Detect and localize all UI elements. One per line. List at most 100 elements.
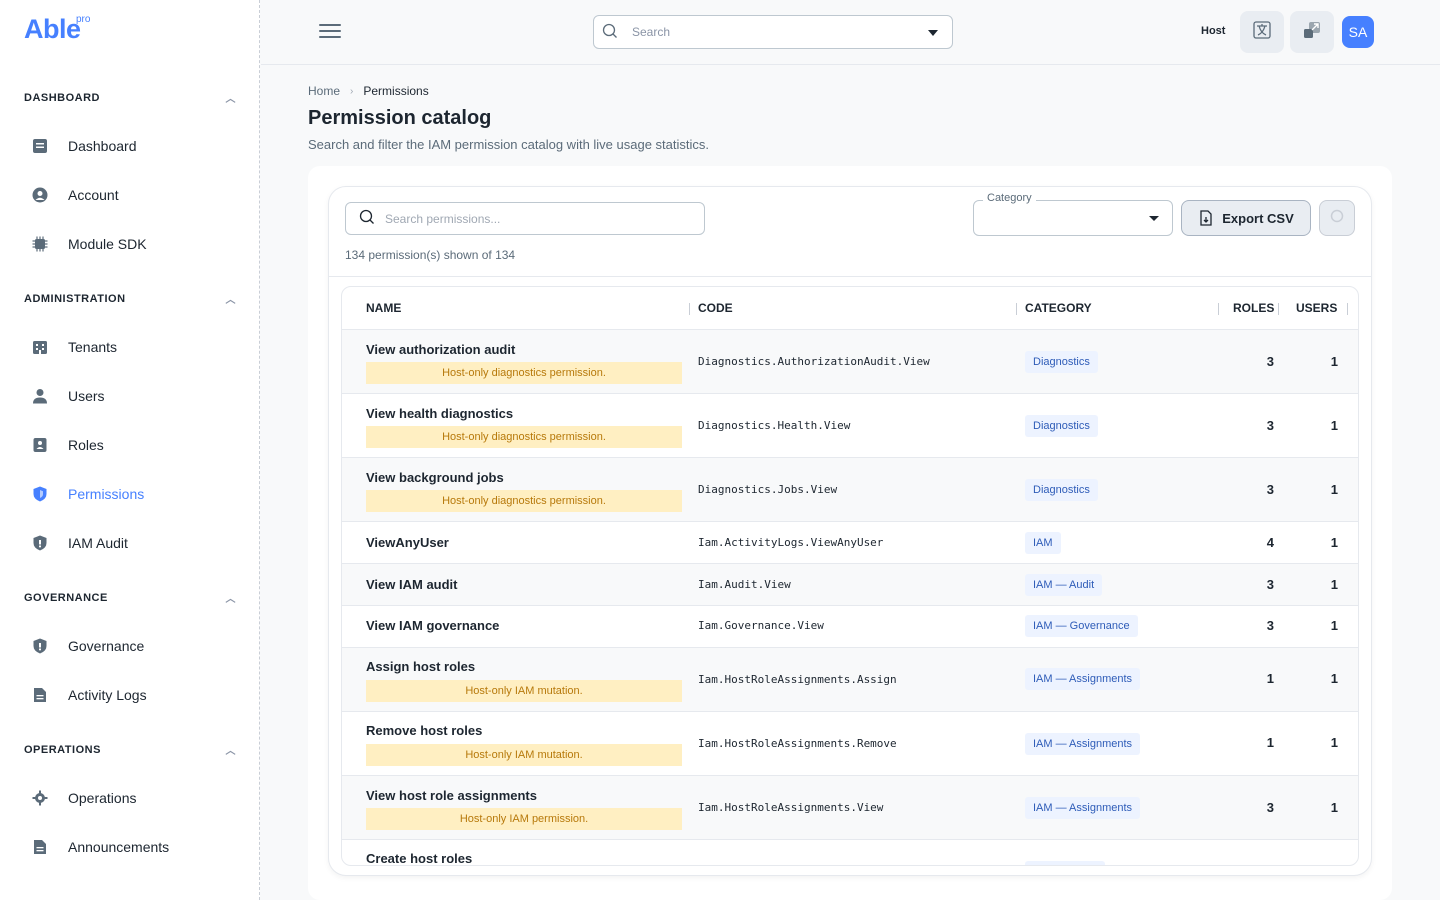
chevron-right-icon: › (350, 85, 354, 97)
page-subtitle: Search and filter the IAM permission cat… (308, 137, 710, 152)
sidebar-item-label: Roles (68, 437, 104, 453)
sidebar-item-label: Operations (68, 790, 137, 806)
permission-code: Iam.ActivityLogs.ViewAnyUser (698, 536, 884, 549)
roles-count: 3 (1266, 418, 1274, 433)
table-row[interactable]: View health diagnostics Host-only diagno… (342, 393, 1358, 457)
permission-note: Host-only diagnostics permission. (366, 426, 682, 448)
permission-code: Diagnostics.Jobs.View (698, 483, 838, 496)
table-row[interactable]: Assign host roles Host-only IAM mutation… (342, 647, 1358, 711)
table-row[interactable]: Create host roles (342, 839, 1358, 866)
users-count: 1 (1330, 671, 1338, 686)
permission-name: View health diagnostics (366, 406, 514, 421)
permission-note: Host-only IAM mutation. (366, 744, 682, 766)
permission-note: Host-only diagnostics permission. (366, 362, 682, 384)
sidebar: Able pro DASHBOARD ︿ Dashboard Account M… (0, 0, 260, 900)
sidebar-item-dashboard[interactable]: Dashboard (30, 130, 230, 162)
sidebar-item-permissions[interactable]: Permissions (30, 478, 230, 510)
breadcrumb: Home › Permissions (308, 84, 429, 98)
sidebar-item-label: IAM Audit (68, 535, 128, 551)
table-row[interactable]: View IAM governance Iam.Governance.View … (342, 605, 1358, 647)
roles-count: 4 (1266, 535, 1274, 550)
expand-button[interactable] (1290, 11, 1334, 53)
nav-section-label: DASHBOARD (24, 91, 100, 104)
sidebar-item-tenants[interactable]: Tenants (30, 331, 230, 363)
sidebar-item-label: Users (68, 388, 105, 404)
column-divider (689, 303, 690, 315)
table-row[interactable]: View background jobs Host-only diagnosti… (342, 457, 1358, 521)
avatar[interactable]: SA (1342, 16, 1374, 48)
nav-section-administration[interactable]: ADMINISTRATION ︿ (24, 291, 236, 307)
permission-search-input[interactable]: Search permissions... (345, 202, 705, 235)
account-icon (30, 185, 50, 205)
brand-badge: pro (76, 14, 91, 25)
brand-logo[interactable]: Able pro (24, 14, 90, 45)
sidebar-item-label: Module SDK (68, 236, 147, 252)
roles-count: 3 (1266, 800, 1274, 815)
nav-section-governance[interactable]: GOVERNANCE ︿ (24, 590, 236, 606)
brand-name: Able (24, 14, 81, 44)
roles-count: 3 (1266, 354, 1274, 369)
chevron-up-icon: ︿ (225, 746, 236, 757)
breadcrumb-home[interactable]: Home (308, 84, 340, 98)
category-badge: IAM — Assignments (1025, 797, 1141, 819)
document-icon (30, 837, 50, 857)
sidebar-item-module-sdk[interactable]: Module SDK (30, 228, 230, 260)
roles-count: 1 (1266, 735, 1274, 750)
global-search-input[interactable]: Search (593, 15, 953, 49)
sidebar-item-roles[interactable]: Roles (30, 429, 230, 461)
chevron-up-icon: ︿ (225, 94, 236, 105)
column-header-users[interactable]: USERS (1296, 301, 1337, 315)
category-select[interactable] (973, 200, 1173, 236)
table-header: NAME CODE CATEGORY ROLES USERS (342, 287, 1358, 329)
column-divider (1016, 303, 1017, 315)
users-count: 1 (1330, 800, 1338, 815)
page-title: Permission catalog (308, 107, 492, 129)
users-count: 1 (1330, 735, 1338, 750)
sidebar-item-users[interactable]: Users (30, 380, 230, 412)
category-badge: IAM — Assignments (1025, 733, 1141, 755)
dashboard-icon (30, 136, 50, 156)
table-row[interactable]: View IAM audit Iam.Audit.View IAM — Audi… (342, 563, 1358, 605)
translate-button[interactable] (1240, 11, 1284, 53)
search-icon (602, 23, 618, 42)
permission-name: Create host roles (366, 851, 473, 866)
sidebar-item-label: Permissions (68, 486, 145, 502)
permission-code: Diagnostics.AuthorizationAudit.View (698, 355, 930, 368)
menu-toggle-icon[interactable] (319, 24, 341, 40)
chip-icon (30, 234, 50, 254)
permission-code: Diagnostics.Health.View (698, 419, 851, 432)
sidebar-item-iam-audit[interactable]: IAM Audit (30, 527, 230, 559)
users-count: 1 (1330, 418, 1338, 433)
users-count: 1 (1330, 577, 1338, 592)
users-count: 1 (1330, 354, 1338, 369)
column-header-roles[interactable]: ROLES (1233, 301, 1274, 315)
sidebar-item-governance[interactable]: Governance (30, 630, 230, 662)
permission-code: Iam.HostRoleAssignments.View (698, 801, 884, 814)
table-row[interactable]: View host role assignments Host-only IAM… (342, 775, 1358, 839)
table-row[interactable]: Remove host roles Host-only IAM mutation… (342, 711, 1358, 775)
sidebar-item-label: Activity Logs (68, 687, 147, 703)
roles-count: 3 (1266, 482, 1274, 497)
permission-code: Iam.HostRoleAssignments.Remove (698, 737, 897, 750)
column-header-name[interactable]: NAME (366, 301, 401, 315)
nav-section-label: GOVERNANCE (24, 591, 108, 604)
sidebar-item-announcements[interactable]: Announcements (30, 831, 230, 863)
table-row[interactable]: View authorization audit Host-only diagn… (342, 329, 1358, 393)
category-badge: IAM — Assignments (1025, 668, 1141, 690)
sidebar-item-operations[interactable]: Operations (30, 782, 230, 814)
sidebar-item-account[interactable]: Account (30, 179, 230, 211)
category-badge: IAM — Audit (1025, 574, 1103, 596)
nav-section-operations[interactable]: OPERATIONS ︿ (24, 742, 236, 758)
chevron-up-icon: ︿ (225, 594, 236, 605)
users-count: 1 (1330, 618, 1338, 633)
sidebar-item-activity-logs[interactable]: Activity Logs (30, 679, 230, 711)
nav-section-dashboard[interactable]: DASHBOARD ︿ (24, 90, 236, 106)
refresh-button[interactable] (1319, 200, 1355, 236)
roles-count: 3 (1266, 577, 1274, 592)
column-header-category[interactable]: CATEGORY (1025, 301, 1092, 315)
column-header-code[interactable]: CODE (698, 301, 733, 315)
roles-icon (30, 435, 50, 455)
permission-name: View IAM governance (366, 618, 500, 633)
export-csv-button[interactable]: Export CSV (1181, 200, 1311, 236)
table-row[interactable]: ViewAnyUser Iam.ActivityLogs.ViewAnyUser… (342, 521, 1358, 563)
